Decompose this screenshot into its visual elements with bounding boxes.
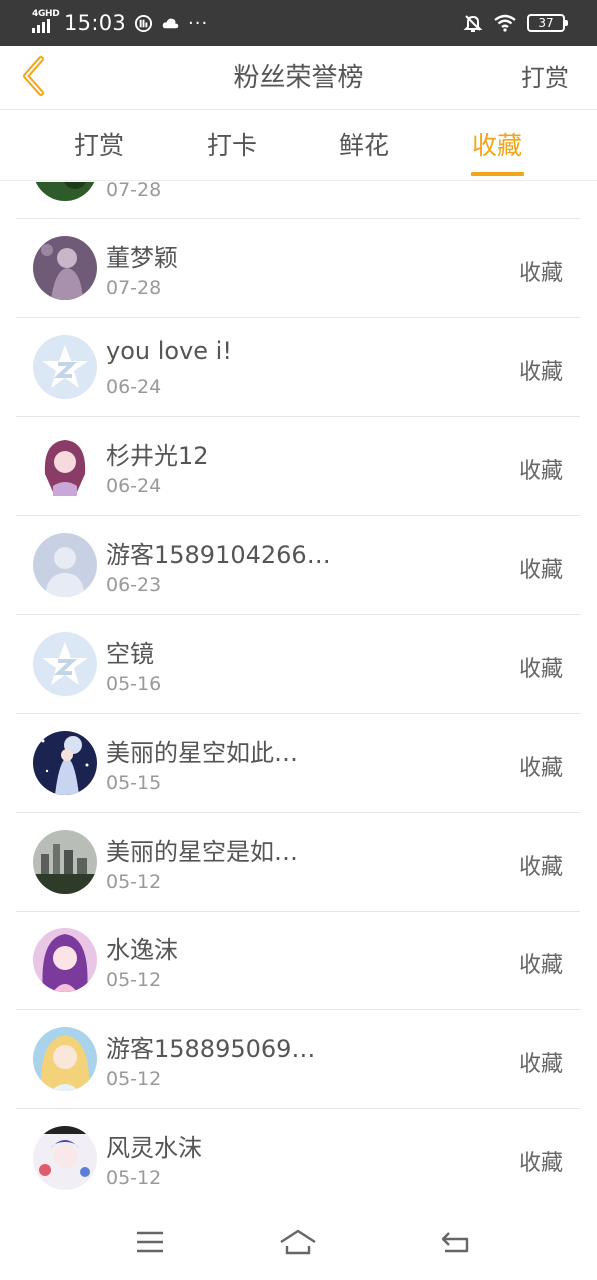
signal-icon: 4GHD: [30, 9, 60, 37]
tab-bar: 打赏 打卡 鲜花 收藏: [0, 111, 597, 181]
list-item-name: 游客158895069…: [106, 1035, 316, 1063]
list-item-date: 06-24: [106, 475, 162, 497]
list-item-action: 收藏: [518, 360, 563, 385]
home-icon: [280, 1229, 316, 1255]
menu-button[interactable]: [130, 1224, 170, 1260]
list-item-name: 风灵水沫: [106, 1134, 202, 1162]
list-item[interactable]: 美丽的星空如此… 05-15 收藏: [16, 714, 580, 813]
list-item-date: 05-15: [106, 772, 162, 794]
list-item-date: 07-28: [106, 182, 162, 201]
cloud-icon: [162, 18, 179, 28]
system-back-button[interactable]: [435, 1224, 475, 1260]
list-item[interactable]: 游客1589104266… 06-23 收藏: [16, 516, 580, 615]
list-item-date: 07-28: [106, 277, 162, 299]
list-item-date: 05-12: [106, 969, 162, 991]
system-nav-bar: [0, 1206, 597, 1280]
list-item-action: 收藏: [518, 1052, 563, 1077]
list-item[interactable]: 风灵水沫 05-12 收藏: [16, 1109, 580, 1204]
back-icon: [441, 1232, 469, 1253]
more-notifications: ···: [188, 12, 209, 34]
tab-reward[interactable]: 打赏: [49, 111, 149, 181]
status-right: 37: [463, 10, 568, 36]
list-item-name: 游客1589104266…: [106, 541, 331, 569]
active-tab-indicator: [471, 172, 524, 176]
list-item-name: 美丽的星空是如…: [106, 838, 298, 866]
list-item-name: you love i!: [106, 337, 232, 365]
tab-checkin[interactable]: 打卡: [182, 111, 282, 181]
nav-bar: 粉丝荣誉榜 打赏: [0, 46, 597, 110]
anime-art-avatar: [33, 1126, 97, 1190]
city-photo-avatar: [33, 830, 97, 894]
tab-favorites[interactable]: 收藏: [447, 111, 547, 181]
list-item-action: 收藏: [518, 261, 563, 286]
list-item-action: 收藏: [518, 855, 563, 880]
list-item-action: 收藏: [518, 756, 563, 781]
list-item-date: 06-23: [106, 574, 162, 596]
night-sky-girl-avatar: [33, 731, 97, 795]
mute-bell-icon: [463, 15, 483, 32]
list-item-name: 美丽的星空如此…: [106, 739, 298, 767]
status-bar: 4GHD 15:03 ··· 37: [0, 0, 597, 46]
default-star-avatar: [33, 632, 97, 696]
list-item[interactable]: 美丽的星空是如… 05-12 收藏: [16, 813, 580, 912]
tab-flowers[interactable]: 鲜花: [314, 111, 414, 181]
menu-icon: [137, 1231, 163, 1253]
reward-button[interactable]: 打赏: [521, 46, 569, 110]
list-item[interactable]: 游客158895069… 05-12 收藏: [16, 1010, 580, 1109]
data-saver-icon: [134, 14, 153, 32]
status-left: 4GHD 15:03 ···: [30, 8, 208, 38]
list-item-date: 05-12: [106, 1167, 162, 1189]
list-item-action: 收藏: [518, 953, 563, 978]
list-item-name: 董梦颖: [106, 244, 178, 272]
anime-girl-avatar: [33, 434, 97, 498]
blonde-girl-avatar: [33, 1027, 97, 1091]
list-item-action: 收藏: [518, 459, 563, 484]
home-button[interactable]: [278, 1224, 318, 1260]
purple-portrait-avatar: [33, 236, 97, 300]
list-item-action: 收藏: [518, 1151, 563, 1176]
network-type: 4GHD: [32, 9, 60, 19]
list-item-date: 05-12: [106, 871, 162, 893]
list-item[interactable]: 杉井光12 06-24 收藏: [16, 417, 580, 516]
list-item[interactable]: 水逸沫 05-12 收藏: [16, 911, 580, 1010]
status-time: 15:03: [64, 11, 127, 35]
default-person-avatar: [33, 533, 97, 597]
list-item-action: 收藏: [518, 558, 563, 583]
list-item-name: 杉井光12: [106, 442, 209, 470]
green-leaf-avatar: [33, 182, 97, 201]
list-item-date: 06-24: [106, 376, 162, 398]
list-item-date: 05-12: [106, 1068, 162, 1090]
wifi-icon: [494, 14, 516, 32]
fan-list[interactable]: 07-28 董梦颖 07-28 收藏 you love i! 06-24 收藏 …: [0, 182, 597, 1204]
list-item-name: 水逸沫: [106, 936, 178, 964]
default-star-avatar: [33, 335, 97, 399]
list-item[interactable]: 董梦颖 07-28 收藏: [16, 219, 580, 318]
battery-icon: 37: [527, 14, 568, 32]
list-item[interactable]: 空镜 05-16 收藏: [16, 615, 580, 714]
list-item[interactable]: 07-28: [16, 182, 580, 219]
purple-hair-girl-avatar: [33, 928, 97, 992]
list-item[interactable]: you love i! 06-24 收藏: [16, 318, 580, 417]
list-item-action: 收藏: [518, 657, 563, 682]
page-title: 粉丝荣誉榜: [233, 63, 364, 93]
list-item-date: 05-16: [106, 673, 162, 695]
list-item-name: 空镜: [106, 640, 154, 668]
